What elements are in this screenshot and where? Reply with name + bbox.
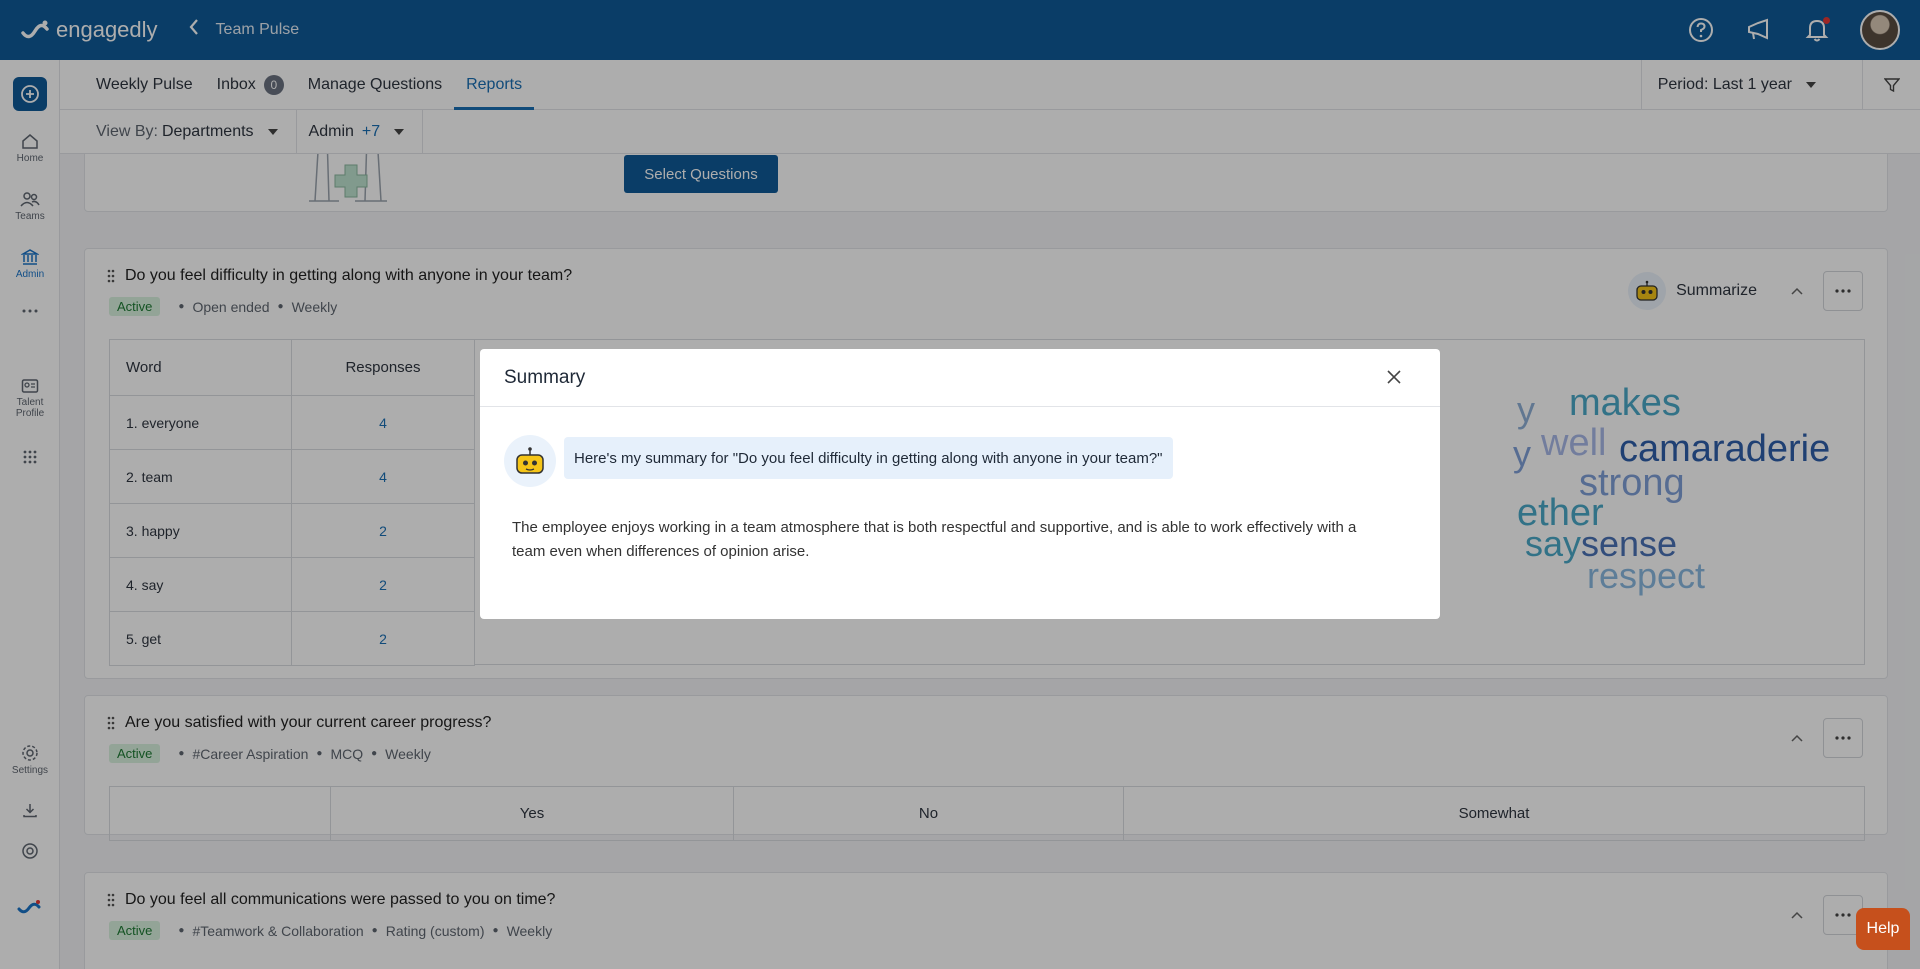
summary-prompt-bubble: Here's my summary for "Do you feel diffi…	[564, 437, 1173, 479]
summary-text: The employee enjoys working in a team at…	[512, 519, 1357, 560]
help-button[interactable]: Help	[1856, 908, 1910, 950]
modal-header: Summary	[480, 349, 1440, 407]
robot-icon	[504, 435, 556, 487]
close-icon[interactable]	[1384, 367, 1404, 387]
summary-modal: Summary Here's my summary for "Do you fe…	[480, 349, 1440, 619]
modal-title: Summary	[504, 366, 586, 388]
